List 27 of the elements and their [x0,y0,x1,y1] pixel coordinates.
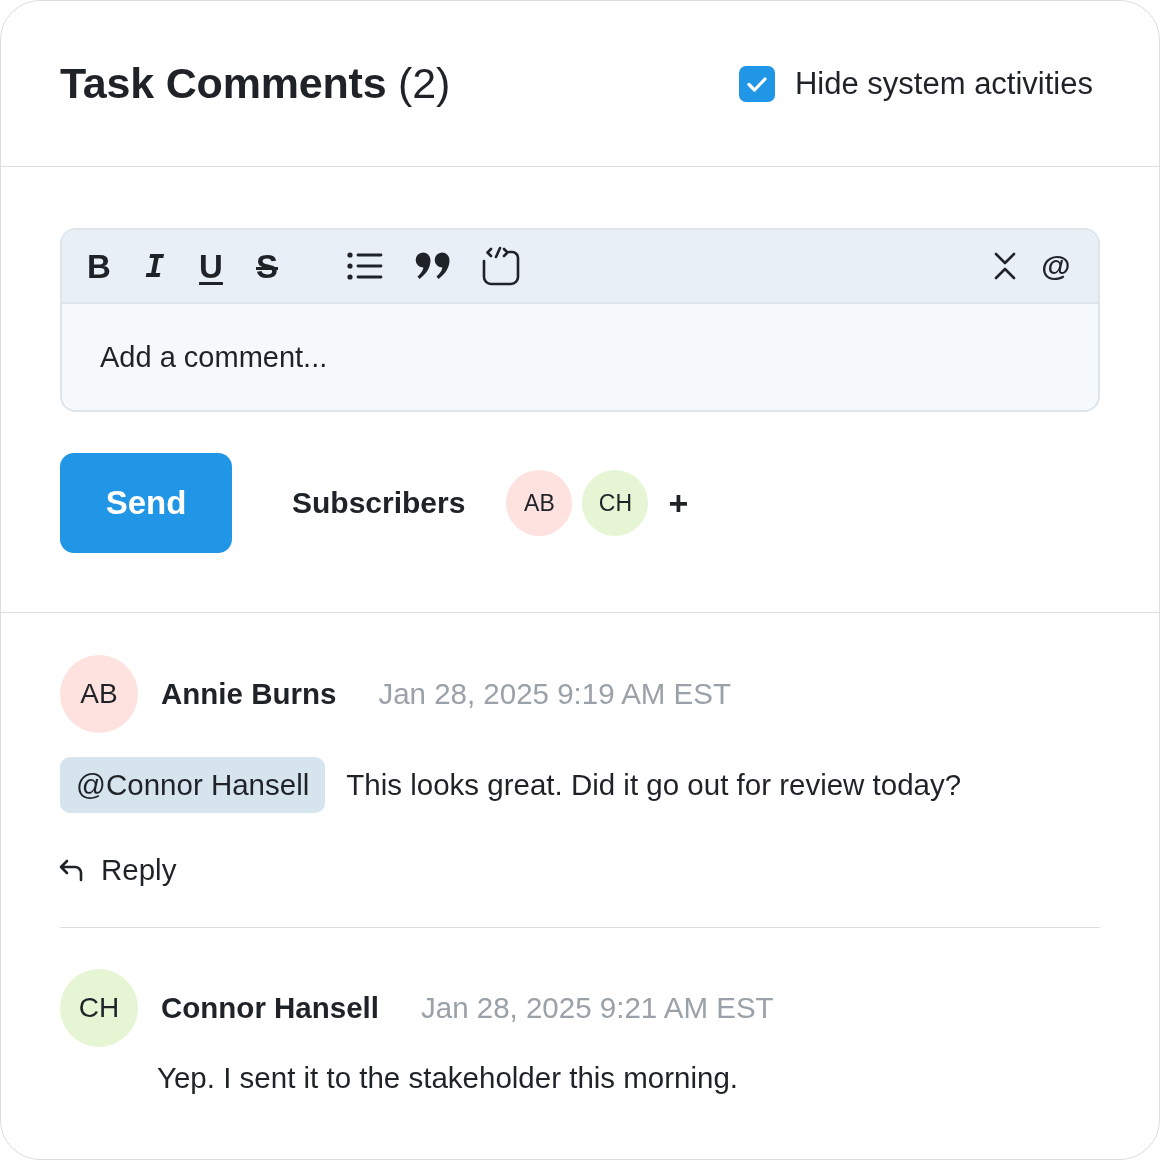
author-name: Connor Hansell [161,991,379,1025]
avatar: AB [60,655,138,733]
mention-chip[interactable]: @Connor Hansell [60,757,326,813]
list-icon [347,251,383,281]
italic-button[interactable]: I [138,246,172,286]
bold-button[interactable]: B [82,246,116,286]
hide-system-activities-checkbox[interactable]: Hide system activities [738,65,1093,102]
strikethrough-button[interactable]: S [250,246,284,286]
comment-text: This looks great. Did it go out for review today? [346,767,962,803]
timestamp: Jan 28, 2025 9:21 AM EST [421,991,774,1025]
avatar: CH [60,969,138,1047]
reply-button[interactable]: Reply [58,852,177,888]
chevrons-icon [994,252,1016,280]
panel-title: Task Comments (2) [60,57,451,109]
code-block-icon [481,246,521,286]
comment-text: Yep. I sent it to the stakeholder this morning. [157,1060,739,1096]
quote-marks-icon [415,252,451,280]
author-name: Annie Burns [161,677,337,711]
comment-field[interactable]: Add a comment... [62,304,1098,410]
mention-button[interactable]: @ [1038,246,1074,286]
avatar: AB [506,470,573,536]
avatar: CH [582,470,649,536]
underline-button[interactable]: U [194,246,228,286]
reply-arrow-icon [58,858,84,882]
timestamp: Jan 28, 2025 9:19 AM EST [378,677,731,711]
add-subscriber-button[interactable]: + [666,486,691,520]
subscribers-label: Subscribers [292,486,466,520]
